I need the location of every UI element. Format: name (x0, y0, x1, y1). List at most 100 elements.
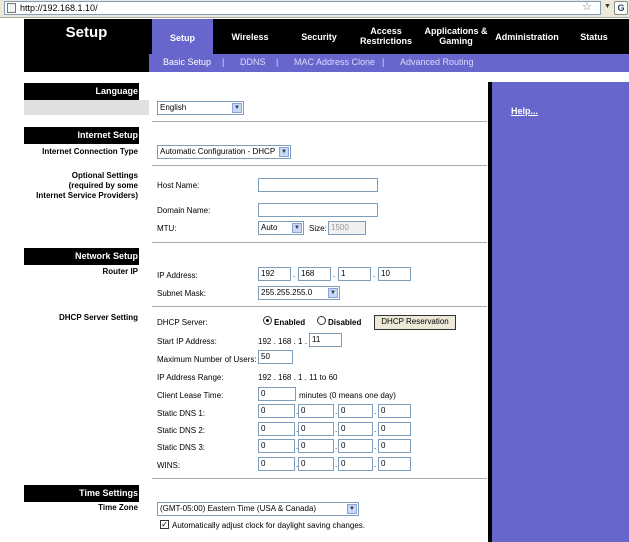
subnet-mask-label: Subnet Mask: (157, 289, 206, 298)
ip-address-label: IP Address: (157, 271, 198, 280)
ip-dot: . (333, 270, 336, 279)
section-language: Language (24, 83, 139, 100)
ip-dot: . (374, 460, 377, 469)
chevron-down-icon: ▼ (279, 147, 289, 157)
divider (152, 165, 487, 166)
subtab-mac-address-clone[interactable]: MAC Address Clone (294, 57, 375, 67)
dns2-octet-3[interactable]: 0 (338, 422, 373, 436)
dhcp-reservation-button[interactable]: DHCP Reservation (374, 315, 456, 330)
tab-wireless[interactable]: Wireless (220, 32, 280, 42)
ip-dot: . (335, 460, 338, 469)
subnav-separator: | (222, 57, 225, 67)
mtu-value: Auto (261, 223, 278, 232)
tab-apps-line2: Gaming (439, 36, 473, 46)
label-router-ip: Router IP (102, 267, 138, 276)
timezone-value: (GMT-05:00) Eastern Time (USA & Canada) (160, 504, 317, 513)
tab-access-restrictions[interactable]: Access Restrictions (355, 26, 417, 46)
wins-octet-1[interactable]: 0 (258, 457, 295, 471)
dns2-octet-1[interactable]: 0 (258, 422, 295, 436)
bookmark-star-icon[interactable]: ☆ (582, 0, 592, 13)
ip-dot: . (335, 442, 338, 451)
wins-octet-4[interactable]: 0 (378, 457, 411, 471)
divider (152, 121, 487, 122)
static-dns2-label: Static DNS 2: (157, 426, 206, 435)
tab-applications-gaming[interactable]: Applications & Gaming (422, 26, 490, 46)
dns1-octet-3[interactable]: 0 (338, 404, 373, 418)
domain-name-input[interactable] (258, 203, 378, 217)
subnav-separator: | (382, 57, 385, 67)
dhcp-enabled-radio[interactable] (263, 316, 272, 325)
dst-checkbox[interactable]: ✓ (160, 520, 169, 529)
start-ip-label: Start IP Address: (157, 337, 217, 346)
divider (152, 242, 487, 243)
chevron-down-icon: ▼ (347, 504, 357, 514)
dropdown-arrow-icon[interactable]: ▼ (604, 3, 611, 10)
language-value: English (160, 103, 187, 112)
ip-range-label: IP Address Range: (157, 373, 224, 382)
static-dns3-label: Static DNS 3: (157, 443, 206, 452)
tab-status[interactable]: Status (572, 32, 616, 42)
dns3-octet-3[interactable]: 0 (338, 439, 373, 453)
start-ip-input[interactable]: 11 (309, 333, 342, 347)
label-connection-type: Internet Connection Type (42, 147, 138, 156)
host-name-label: Host Name: (157, 181, 200, 190)
help-divider (488, 82, 492, 542)
ip-octet-1[interactable]: 192 (258, 267, 291, 281)
subtab-ddns[interactable]: DDNS (240, 57, 266, 67)
tab-apps-line1: Applications & (424, 26, 488, 36)
lease-time-label: Client Lease Time: (157, 391, 224, 400)
subtab-basic-setup[interactable]: Basic Setup (163, 57, 211, 67)
connection-type-value: Automatic Configuration - DHCP (160, 147, 276, 156)
label-dhcp-server-setting: DHCP Server Setting (59, 313, 138, 322)
chevron-down-icon: ▼ (292, 223, 302, 233)
ip-dot: . (374, 425, 377, 434)
dns3-octet-1[interactable]: 0 (258, 439, 295, 453)
search-engine-icon[interactable]: G (614, 1, 628, 15)
dhcp-disabled-radio[interactable] (317, 316, 326, 325)
page-icon (7, 3, 16, 13)
mtu-size-input[interactable]: 1500 (328, 221, 366, 235)
timezone-select[interactable]: (GMT-05:00) Eastern Time (USA & Canada) … (157, 502, 359, 516)
tab-security[interactable]: Security (288, 32, 350, 42)
sub-nav (149, 54, 629, 72)
ip-range-value: 192 . 168 . 1 . 11 to 60 (258, 373, 338, 382)
optional-line3: Internet Service Providers) (36, 191, 138, 200)
ip-octet-2[interactable]: 168 (298, 267, 331, 281)
optional-line1: Optional Settings (71, 171, 138, 180)
tab-access-line2: Restrictions (359, 36, 412, 46)
lease-time-input[interactable]: 0 (258, 387, 296, 401)
size-label: Size: (309, 224, 327, 233)
ip-octet-3[interactable]: 1 (338, 267, 371, 281)
wins-octet-3[interactable]: 0 (338, 457, 373, 471)
connection-type-select[interactable]: Automatic Configuration - DHCP ▼ (157, 145, 291, 159)
divider (152, 306, 487, 307)
ip-dot: . (335, 425, 338, 434)
ip-octet-4[interactable]: 10 (378, 267, 411, 281)
divider (152, 478, 487, 479)
tab-access-line1: Access (370, 26, 402, 36)
max-users-input[interactable]: 50 (258, 350, 293, 364)
dns1-octet-1[interactable]: 0 (258, 404, 295, 418)
label-optional-settings: Optional Settings (required by some Inte… (24, 171, 138, 201)
dns1-octet-4[interactable]: 0 (378, 404, 411, 418)
subnav-separator: | (276, 57, 279, 67)
dns2-octet-2[interactable]: 0 (298, 422, 334, 436)
dns3-octet-2[interactable]: 0 (298, 439, 334, 453)
wins-octet-2[interactable]: 0 (298, 457, 334, 471)
ip-dot: . (293, 270, 296, 279)
tab-setup[interactable]: Setup (152, 33, 213, 43)
address-text[interactable]: http://192.168.1.10/ (20, 3, 98, 13)
subnet-mask-select[interactable]: 255.255.255.0 ▼ (258, 286, 340, 300)
tab-administration[interactable]: Administration (492, 32, 562, 42)
dns1-octet-2[interactable]: 0 (298, 404, 334, 418)
dns2-octet-4[interactable]: 0 (378, 422, 411, 436)
optional-line2: (required by some (68, 181, 138, 190)
language-select[interactable]: English ▼ (157, 101, 244, 115)
host-name-input[interactable] (258, 178, 378, 192)
subtab-advanced-routing[interactable]: Advanced Routing (400, 57, 474, 67)
dns3-octet-4[interactable]: 0 (378, 439, 411, 453)
help-link[interactable]: Help... (511, 106, 538, 116)
mtu-select[interactable]: Auto ▼ (258, 221, 304, 235)
label-time-zone: Time Zone (98, 503, 138, 512)
address-bar[interactable]: http://192.168.1.10/ (4, 1, 601, 15)
